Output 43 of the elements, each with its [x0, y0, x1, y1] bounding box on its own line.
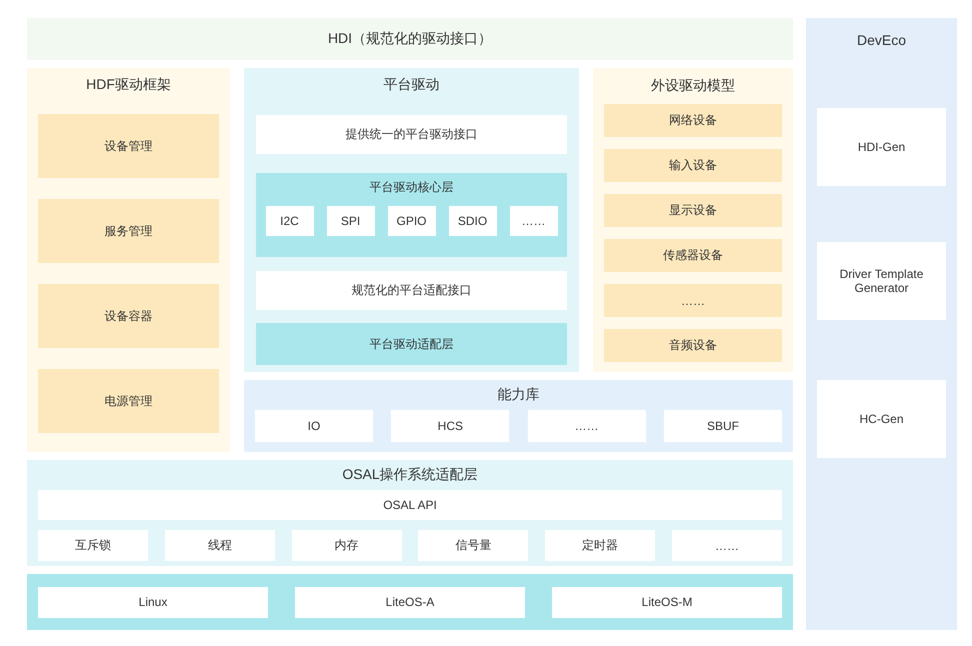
tool-block: HC-Gen [817, 380, 946, 458]
os-block: LiteOS-A [295, 586, 525, 618]
module-block: 设备容器 [38, 284, 219, 348]
device-block: 音频设备 [604, 329, 782, 362]
api-block: OSAL API [38, 490, 782, 520]
library-block: …… [528, 410, 646, 442]
bus-block: …… [510, 206, 558, 236]
tool-block: HDI-Gen [817, 108, 946, 186]
primitive-block: 内存 [292, 530, 402, 561]
device-block: 输入设备 [604, 149, 782, 182]
primitive-block: 信号量 [418, 530, 528, 561]
bus-block: SDIO [448, 206, 496, 236]
device-block: 传感器设备 [604, 239, 782, 272]
library-block: IO [255, 410, 373, 442]
bus-block: I2C [266, 206, 314, 236]
adapter-layer-block: 平台驱动适配层 [256, 323, 567, 365]
panel-title: 外设驱动模型 [650, 76, 736, 95]
device-block: 显示设备 [604, 194, 782, 227]
hdi-layer: HDI（规范化的驱动接口） [27, 18, 793, 60]
panel-title: HDF驱动框架 [85, 75, 172, 94]
module-block: 电源管理 [38, 369, 219, 433]
panel-title: OSAL操作系统适配层 [341, 465, 479, 484]
block-title: 平台驱动核心层 [370, 179, 454, 196]
primitive-block: …… [672, 530, 782, 561]
library-block: HCS [391, 410, 510, 442]
panel-title: DevEco [856, 31, 908, 50]
panel-title: 能力库 [496, 385, 540, 404]
device-block: 网络设备 [604, 104, 782, 137]
primitive-block: 线程 [164, 530, 275, 561]
device-block: …… [604, 284, 782, 317]
interface-block: 提供统一的平台驱动接口 [256, 115, 567, 154]
os-block: Linux [38, 586, 268, 618]
interface-block: 规范化的平台适配接口 [256, 271, 567, 310]
bus-block: GPIO [388, 206, 436, 236]
module-block: 设备管理 [38, 114, 219, 178]
panel-title: 平台驱动 [382, 75, 440, 94]
tool-block: Driver Template Generator [817, 242, 946, 320]
primitive-block: 定时器 [545, 530, 656, 561]
module-block: 服务管理 [38, 199, 219, 263]
library-block: SBUF [664, 410, 782, 442]
os-block: LiteOS-M [552, 586, 782, 618]
primitive-block: 互斥锁 [38, 530, 148, 561]
bus-block: SPI [326, 206, 374, 236]
